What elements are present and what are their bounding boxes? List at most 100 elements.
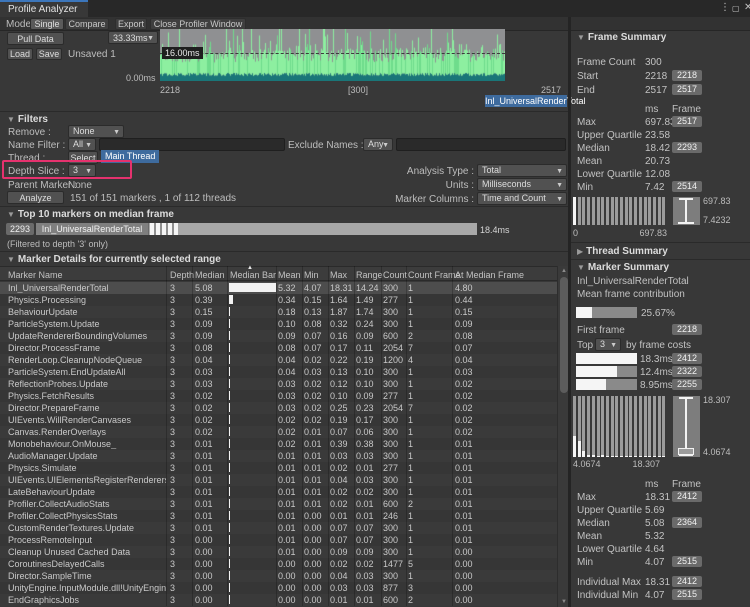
col-min[interactable]: Min xyxy=(304,270,319,280)
scroll-down-icon[interactable]: ▼ xyxy=(560,599,568,605)
marker-summary-boxplot[interactable] xyxy=(673,396,700,457)
end-frame-button[interactable]: 2517 xyxy=(672,84,702,95)
selected-marker-chip[interactable]: Inl_UniversalRenderTotal xyxy=(485,95,567,107)
marker-columns-dropdown[interactable]: Time and Count▼ xyxy=(477,192,567,205)
table-row[interactable]: Canvas.RenderOverlays30.020.020.010.070.… xyxy=(0,426,557,438)
table-header[interactable]: Marker Name Depth Median Median Bar ▲ Me… xyxy=(0,266,557,281)
col-max[interactable]: Max xyxy=(330,270,347,280)
col-median-bar[interactable]: Median Bar xyxy=(230,270,276,280)
table-row[interactable]: Physics.Simulate30.010.010.010.020.01277… xyxy=(0,462,557,474)
table-row[interactable]: UIEvents.WillRenderCanvases30.020.020.02… xyxy=(0,414,557,426)
frame-jump-button[interactable]: 2412 xyxy=(672,491,702,502)
depth-cell: 3 xyxy=(170,487,192,497)
frame-summary-header[interactable]: ▼Frame Summary xyxy=(577,32,666,43)
depth-slice-label: Depth Slice : xyxy=(8,166,65,177)
remove-dropdown[interactable]: None▼ xyxy=(68,125,124,138)
max-cell: 18.31 xyxy=(330,283,354,293)
marker-summary-header[interactable]: ▼Marker Summary xyxy=(577,262,669,273)
scrollbar-thumb[interactable] xyxy=(560,277,568,393)
table-row[interactable]: Profiler.CollectAudioStats30.010.010.010… xyxy=(0,498,557,510)
table-row[interactable]: CoroutinesDelayedCalls30.000.000.000.020… xyxy=(0,558,557,570)
col-depth[interactable]: Depth xyxy=(170,270,194,280)
histogram-value-bar xyxy=(639,456,642,457)
frame-jump-button[interactable]: 2515 xyxy=(672,556,702,567)
analyze-button[interactable]: Analyze xyxy=(7,191,64,204)
col-at-median-frame[interactable]: At Median Frame xyxy=(455,270,524,280)
table-row[interactable]: AudioManager.Update30.010.010.010.030.03… xyxy=(0,450,557,462)
table-row[interactable]: LateBehaviourUpdate30.010.010.010.020.02… xyxy=(0,486,557,498)
table-row[interactable]: UnityEngine.InputModule.dll!UnityEngineI… xyxy=(0,582,557,594)
col-mean[interactable]: Mean xyxy=(278,270,301,280)
table-row[interactable]: Profiler.CollectPhysicsStats30.010.010.0… xyxy=(0,510,557,522)
col-marker-name[interactable]: Marker Name xyxy=(8,270,63,280)
table-row[interactable]: ParticleSystem.EndUpdateAll30.030.040.03… xyxy=(0,366,557,378)
export-button[interactable]: Export xyxy=(115,18,147,30)
frame-jump-button[interactable]: 2293 xyxy=(672,142,702,153)
frame-jump-button[interactable]: 2412 xyxy=(672,353,702,364)
table-row[interactable]: Director.PrepareFrame30.020.030.020.250.… xyxy=(0,402,557,414)
marker-name-cell: UpdateRendererBoundingVolumes xyxy=(8,331,166,341)
table-row[interactable]: CustomRenderTextures.Update30.010.010.00… xyxy=(0,522,557,534)
kebab-menu-icon[interactable]: ⋮ xyxy=(720,2,730,14)
start-frame-button[interactable]: 2218 xyxy=(672,70,702,81)
maximize-icon[interactable]: ▢ xyxy=(732,3,740,15)
mode-single-button[interactable]: Single xyxy=(30,18,64,30)
exclude-mode-dropdown[interactable]: Any▼ xyxy=(363,138,393,151)
frame-jump-button[interactable]: 2514 xyxy=(672,181,702,192)
col-range[interactable]: Range xyxy=(356,270,383,280)
count-frame-cell: 7 xyxy=(408,343,448,353)
top-n-dropdown[interactable]: 3▼ xyxy=(595,338,621,351)
pull-data-button[interactable]: Pull Data xyxy=(7,32,64,45)
thread-summary-header[interactable]: ▶Thread Summary xyxy=(577,246,668,257)
units-dropdown[interactable]: Milliseconds▼ xyxy=(477,178,567,191)
table-row[interactable]: Monobehaviour.OnMouse_30.010.020.010.390… xyxy=(0,438,557,450)
col-count[interactable]: Count xyxy=(383,270,407,280)
frame-jump-button[interactable]: 2255 xyxy=(672,379,702,390)
col-median[interactable]: Median xyxy=(195,270,225,280)
scroll-up-icon[interactable]: ▲ xyxy=(560,268,568,274)
marker-summary-histogram[interactable] xyxy=(573,396,667,457)
frame-time-chart[interactable] xyxy=(160,29,505,81)
table-row[interactable]: RenderLoop.CleanupNodeQueue30.040.040.02… xyxy=(0,354,557,366)
range-dropdown[interactable]: 33.33ms ▼ xyxy=(108,31,158,44)
save-button[interactable]: Save xyxy=(36,48,62,60)
table-row[interactable]: ReflectionProbes.Update30.030.030.020.12… xyxy=(0,378,557,390)
tab-profile-analyzer[interactable]: Profile Analyzer xyxy=(0,0,88,17)
frame-jump-button[interactable]: 2412 xyxy=(672,576,702,587)
mode-compare-button[interactable]: Compare xyxy=(65,18,109,30)
analysis-type-dropdown[interactable]: Total▼ xyxy=(477,164,567,177)
table-row[interactable]: BehaviourUpdate30.150.180.131.871.743001… xyxy=(0,306,557,318)
top10-markers-bar[interactable]: Inl_UniversalRenderTotal xyxy=(36,223,477,235)
table-row[interactable]: Director.ProcessFrame30.080.080.070.170.… xyxy=(0,342,557,354)
frame-summary-histogram[interactable] xyxy=(573,197,667,225)
frame-jump-button[interactable]: 2322 xyxy=(672,366,702,377)
first-frame-button[interactable]: 2218 xyxy=(672,324,702,335)
table-row[interactable]: UpdateRendererBoundingVolumes30.090.090.… xyxy=(0,330,557,342)
depth-slice-dropdown[interactable]: 3▼ xyxy=(68,164,96,177)
table-row[interactable]: Inl_UniversalRenderTotal35.085.324.0718.… xyxy=(0,282,557,294)
marker-details-header[interactable]: ▼Marker Details for currently selected r… xyxy=(7,254,221,265)
frame-jump-button[interactable]: 2364 xyxy=(672,517,702,528)
frame-summary-boxplot[interactable] xyxy=(673,197,700,225)
load-button[interactable]: Load xyxy=(7,48,33,60)
exclude-names-input[interactable] xyxy=(396,138,566,151)
table-row[interactable]: Physics.FetchResults30.020.030.020.100.0… xyxy=(0,390,557,402)
table-row[interactable]: Cleanup Unused Cached Data30.000.010.000… xyxy=(0,546,557,558)
table-row[interactable]: Director.SampleTime30.000.000.000.040.03… xyxy=(0,570,557,582)
table-row[interactable]: UIEvents.UIElementsRegisterRenderers30.0… xyxy=(0,474,557,486)
thread-select-button[interactable]: Select xyxy=(68,151,98,164)
filters-header[interactable]: ▼Filters xyxy=(7,114,48,125)
stat-ms-value: 7.42 xyxy=(645,182,664,193)
top10-header[interactable]: ▼Top 10 markers on median frame xyxy=(7,209,174,220)
median-frame-button[interactable]: 2293 xyxy=(6,223,34,235)
median-bar xyxy=(229,571,230,580)
frame-jump-button[interactable]: 2515 xyxy=(672,589,702,600)
frame-jump-button[interactable]: 2517 xyxy=(672,116,702,127)
table-row[interactable]: Physics.Processing30.390.340.151.641.492… xyxy=(0,294,557,306)
name-filter-mode-dropdown[interactable]: All▼ xyxy=(68,138,96,151)
table-row[interactable]: ParticleSystem.Update30.090.100.080.320.… xyxy=(0,318,557,330)
close-icon[interactable]: ✕ xyxy=(744,2,750,14)
table-row[interactable]: EndGraphicsJobs30.000.000.000.010.016002… xyxy=(0,594,557,606)
thread-value-chip[interactable]: Main Thread xyxy=(101,150,159,163)
table-row[interactable]: ProcessRemoteInput30.000.010.000.070.073… xyxy=(0,534,557,546)
